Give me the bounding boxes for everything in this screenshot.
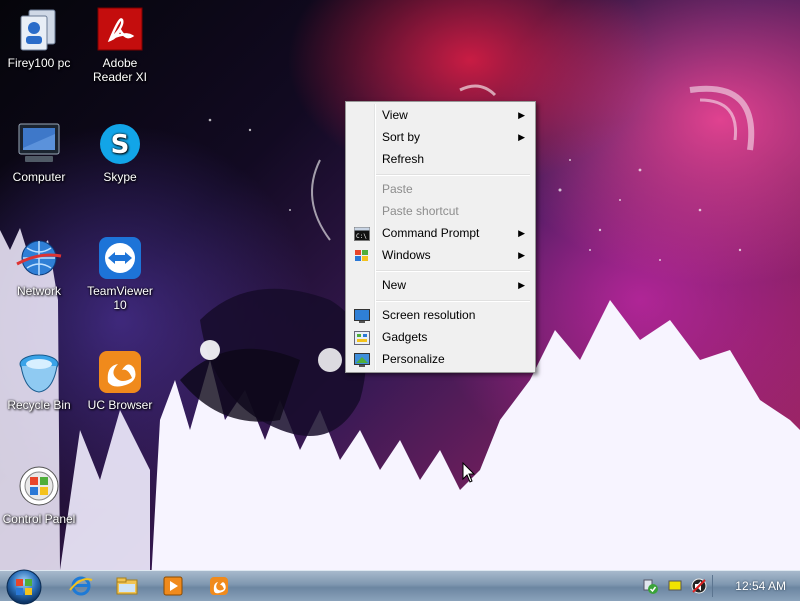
menu-item-label: New <box>382 278 407 292</box>
menu-separator <box>376 270 530 272</box>
submenu-arrow-icon: ▶ <box>518 110 525 120</box>
submenu-arrow-icon: ▶ <box>518 280 525 290</box>
menu-item-label: Paste shortcut <box>382 204 459 218</box>
desktop-icon-adobe-reader[interactable]: Adobe Reader XI <box>82 6 158 84</box>
uc-browser-icon <box>210 577 228 595</box>
skype-icon: S <box>96 120 144 168</box>
tray-flag[interactable] <box>666 577 684 595</box>
desktop-icon-label: Firey100 pc <box>7 56 71 70</box>
taskbar-uc-browser[interactable] <box>206 574 232 598</box>
menu-item-label: Windows <box>382 248 431 262</box>
file-explorer-icon <box>116 577 138 595</box>
menu-item-label: Sort by <box>382 130 421 144</box>
taskbar-clock[interactable]: 12:54 AM <box>735 579 786 593</box>
internet-explorer-icon <box>69 576 93 596</box>
desktop-icon-computer[interactable]: Computer <box>1 120 77 184</box>
menu-item-windows[interactable]: Windows ▶ <box>348 244 533 266</box>
menu-item-paste: Paste <box>348 178 533 200</box>
menu-item-label: Personalize <box>382 352 445 366</box>
taskbar-internet-explorer[interactable] <box>68 574 94 598</box>
desktop-context-menu: View ▶ Sort by ▶ Refresh Paste Paste sho… <box>345 101 536 373</box>
menu-item-gadgets[interactable]: Gadgets <box>348 326 533 348</box>
media-player-icon <box>163 576 183 596</box>
submenu-arrow-icon: ▶ <box>518 250 525 260</box>
desktop-icon-label: Adobe Reader XI <box>92 56 148 84</box>
menu-item-label: View <box>382 108 408 122</box>
svg-text:S: S <box>111 130 130 160</box>
tray-volume[interactable] <box>690 577 708 595</box>
start-button[interactable] <box>4 567 44 605</box>
show-desktop-separator <box>712 575 713 597</box>
taskbar: 12:54 AM <box>0 569 800 605</box>
menu-item-new[interactable]: New ▶ <box>348 274 533 296</box>
taskbar-media-player[interactable] <box>160 574 186 598</box>
teamviewer-icon <box>96 234 144 282</box>
volume-icon <box>691 578 707 594</box>
desktop-icon-teamviewer[interactable]: TeamViewer 10 <box>82 234 158 312</box>
desktop-icon-firey100-pc[interactable]: Firey100 pc <box>1 6 77 70</box>
desktop-icon-uc-browser[interactable]: UC Browser <box>82 348 158 412</box>
uc-browser-icon <box>96 348 144 396</box>
flag-icon <box>668 580 682 591</box>
submenu-arrow-icon: ▶ <box>518 228 525 238</box>
submenu-arrow-icon: ▶ <box>518 132 525 142</box>
mouse-cursor-icon <box>462 462 476 483</box>
desktop[interactable]: Firey100 pc Adobe Reader XI Computer S S… <box>0 0 800 570</box>
menu-separator <box>376 300 530 302</box>
menu-item-sort-by[interactable]: Sort by ▶ <box>348 126 533 148</box>
menu-item-label: Command Prompt <box>382 226 480 240</box>
menu-item-label: Screen resolution <box>382 308 476 322</box>
menu-item-personalize[interactable]: Personalize <box>348 348 533 370</box>
gadgets-icon <box>354 330 370 345</box>
desktop-icon-label: Computer <box>12 170 66 184</box>
start-orb-icon <box>6 569 42 605</box>
menu-item-view[interactable]: View ▶ <box>348 104 533 126</box>
network-icon <box>15 234 63 282</box>
command-prompt-icon: C:\ <box>354 226 370 241</box>
tray-action-center[interactable] <box>642 577 660 595</box>
desktop-icon-label: Network <box>16 284 61 298</box>
windows-logo-icon <box>354 248 370 262</box>
desktop-icon-network[interactable]: Network <box>1 234 77 298</box>
personalize-icon <box>354 352 370 367</box>
recycle-bin-icon <box>15 348 63 396</box>
user-folder-icon <box>15 6 63 54</box>
menu-item-refresh[interactable]: Refresh <box>348 148 533 170</box>
desktop-icon-label: UC Browser <box>87 398 153 412</box>
taskbar-file-explorer[interactable] <box>114 574 140 598</box>
desktop-icon-label: Recycle Bin <box>7 398 71 412</box>
menu-separator <box>376 174 530 176</box>
desktop-icon-recycle-bin[interactable]: Recycle Bin <box>1 348 77 412</box>
menu-item-screen-resolution[interactable]: Screen resolution <box>348 304 533 326</box>
menu-item-label: Gadgets <box>382 330 428 344</box>
adobe-reader-icon <box>96 6 144 54</box>
svg-text:C:\: C:\ <box>356 233 367 240</box>
computer-icon <box>15 120 63 168</box>
menu-item-paste-shortcut: Paste shortcut <box>348 200 533 222</box>
desktop-icon-control-panel[interactable]: Control Panel <box>1 462 77 526</box>
menu-item-label: Paste <box>382 182 413 196</box>
control-panel-icon <box>15 462 63 510</box>
desktop-icon-skype[interactable]: S Skype <box>82 120 158 184</box>
desktop-icon-label: Control Panel <box>2 512 76 526</box>
desktop-icon-label: Skype <box>103 170 137 184</box>
menu-item-command-prompt[interactable]: C:\ Command Prompt ▶ <box>348 222 533 244</box>
screen-resolution-icon <box>354 308 370 323</box>
menu-item-label: Refresh <box>382 152 425 166</box>
desktop-icon-label: TeamViewer 10 <box>87 284 153 312</box>
action-center-icon <box>643 579 658 594</box>
